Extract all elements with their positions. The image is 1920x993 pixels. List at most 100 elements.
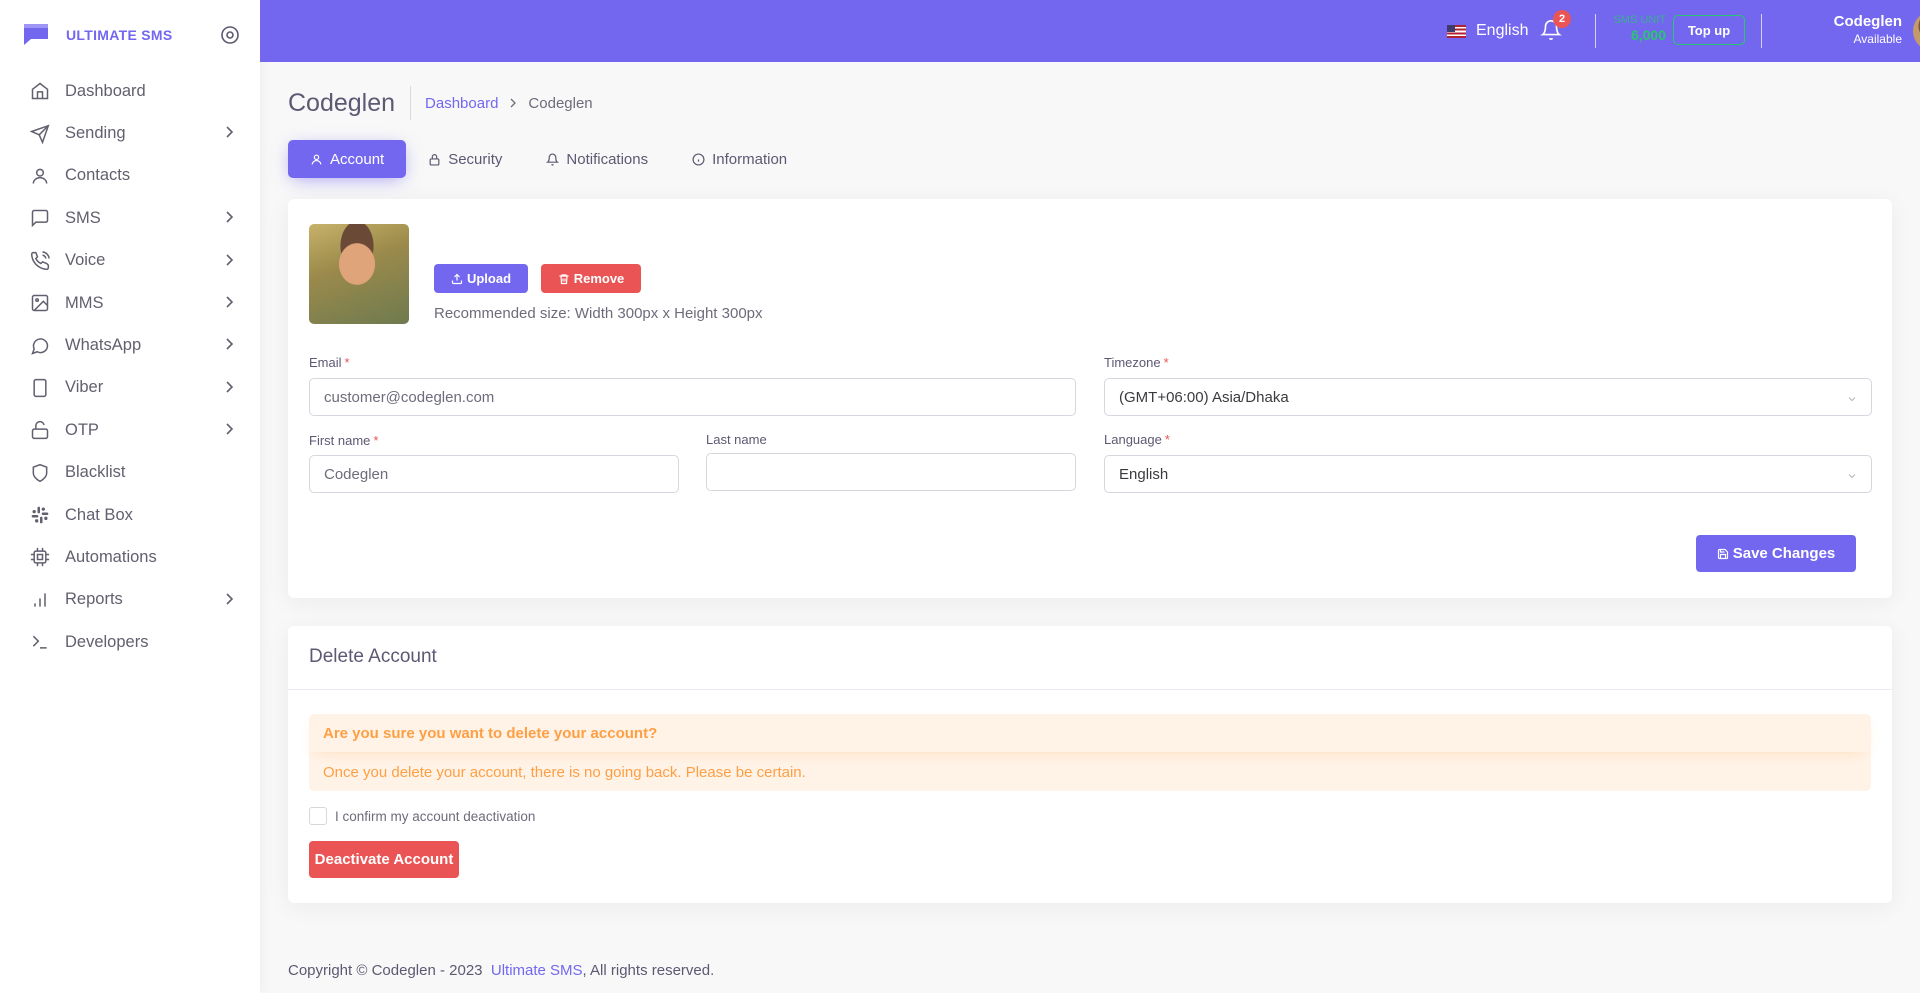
- profile-avatar: [309, 224, 409, 324]
- footer-link[interactable]: Ultimate SMS: [491, 962, 583, 979]
- message-circle-icon: [30, 336, 50, 356]
- alert-body: Once you delete your account, there is n…: [323, 764, 806, 781]
- bell-icon: [546, 153, 560, 165]
- timezone-select[interactable]: (GMT+06:00) Asia/Dhaka: [1104, 378, 1872, 416]
- confirm-checkbox[interactable]: [309, 807, 327, 825]
- tab-notifications[interactable]: Notifications: [524, 140, 670, 178]
- message-square-icon: [30, 208, 50, 228]
- language-select[interactable]: English: [1104, 455, 1872, 493]
- tab-label: Notifications: [566, 150, 649, 168]
- breadcrumb-link-dashboard[interactable]: Dashboard: [425, 95, 498, 112]
- tab-security[interactable]: Security: [406, 140, 524, 178]
- sidebar-nav: Dashboard Sending Contacts SMS Voice MMS: [0, 70, 260, 663]
- upload-label: Upload: [466, 271, 512, 286]
- sidebar-item-automations[interactable]: Automations: [0, 536, 260, 578]
- remove-button[interactable]: Remove: [541, 264, 641, 293]
- sidebar-item-chat-box[interactable]: Chat Box: [0, 494, 260, 536]
- sms-unit: SMS UNIT 6,000: [1604, 14, 1666, 43]
- confirm-deactivation[interactable]: I confirm my account deactivation: [309, 807, 535, 825]
- sidebar-item-voice[interactable]: Voice: [0, 240, 260, 282]
- language-label-text: Language: [1104, 432, 1162, 447]
- email-field[interactable]: customer@codeglen.com: [309, 378, 1076, 416]
- us-flag-icon: [1447, 24, 1466, 38]
- language-value: English: [1119, 465, 1169, 483]
- unlock-icon: [30, 420, 50, 440]
- phone-call-icon: [30, 250, 50, 271]
- tab-label: Information: [712, 150, 788, 168]
- sidebar-item-label: Voice: [65, 251, 106, 270]
- confirm-label: I confirm my account deactivation: [335, 808, 536, 824]
- timezone-value: (GMT+06:00) Asia/Dhaka: [1119, 388, 1289, 406]
- sidebar-item-contacts[interactable]: Contacts: [0, 155, 260, 197]
- chevron-right-icon: [226, 381, 234, 393]
- save-changes-button[interactable]: Save Changes: [1696, 535, 1856, 572]
- chevron-right-icon: [226, 296, 234, 308]
- email-label-text: Email: [309, 355, 342, 370]
- terminal-icon: [30, 632, 50, 652]
- copyright-text: Copyright © Codeglen - 2023: [288, 962, 483, 979]
- language-label: English: [1476, 22, 1529, 39]
- sidebar-item-label: SMS: [65, 208, 101, 227]
- topup-button[interactable]: Top up: [1673, 15, 1745, 45]
- last-name-field[interactable]: [706, 453, 1076, 491]
- breadcrumb-current: Codeglen: [528, 94, 593, 112]
- save-icon: [1717, 548, 1728, 559]
- sidebar-item-dashboard[interactable]: Dashboard: [0, 70, 260, 112]
- tab-account[interactable]: Account: [288, 140, 407, 178]
- required-marker: *: [344, 355, 350, 370]
- sidebar-item-label: WhatsApp: [65, 336, 142, 355]
- divider: [1595, 14, 1596, 48]
- tab-information[interactable]: Information: [670, 140, 809, 178]
- trash-icon: [559, 273, 569, 284]
- chevron-right-icon: [226, 211, 234, 223]
- remove-label: Remove: [573, 271, 625, 286]
- warning-alert: Are you sure you want to delete your acc…: [309, 714, 1871, 791]
- first-name-field[interactable]: Codeglen: [309, 455, 679, 493]
- brand-logo-icon: [24, 24, 48, 45]
- chevron-right-icon: [226, 253, 234, 266]
- sidebar-item-label: MMS: [65, 293, 104, 312]
- deactivate-account-button[interactable]: Deactivate Account: [309, 841, 459, 878]
- language-dropdown[interactable]: English: [1447, 0, 1528, 62]
- brand[interactable]: ULTIMATE SMS: [0, 0, 260, 70]
- sidebar-item-label: Dashboard: [65, 81, 146, 100]
- alert-heading: Are you sure you want to delete your acc…: [309, 714, 1871, 752]
- divider: [1761, 14, 1762, 48]
- sidebar-item-viber[interactable]: Viber: [0, 367, 260, 409]
- sidebar-item-label: Contacts: [65, 166, 131, 185]
- avatar[interactable]: [1913, 11, 1920, 51]
- account-card: Upload Remove Recommended size: Width 30…: [288, 199, 1892, 598]
- shield-icon: [30, 463, 50, 483]
- brand-name: ULTIMATE SMS: [66, 27, 173, 43]
- divider: [288, 689, 1892, 690]
- sidebar-toggle-icon[interactable]: [220, 25, 240, 45]
- required-marker: *: [1163, 355, 1169, 370]
- upload-button[interactable]: Upload: [434, 264, 528, 293]
- home-icon: [30, 81, 50, 101]
- page-header: Codeglen Dashboard Codeglen: [288, 86, 593, 120]
- user-menu[interactable]: Codeglen Available: [1772, 13, 1902, 46]
- profile-tabs: Account Security Notifications Informati…: [288, 140, 809, 178]
- tablet-icon: [30, 378, 50, 398]
- user-name: Codeglen: [1833, 13, 1902, 30]
- sidebar-item-label: Sending: [65, 124, 126, 143]
- sidebar-item-otp[interactable]: OTP: [0, 409, 260, 451]
- chevron-right-icon: [226, 423, 234, 435]
- rights-text: , All rights reserved.: [582, 962, 715, 979]
- send-icon: [30, 124, 50, 144]
- sidebar-item-sending[interactable]: Sending: [0, 112, 260, 154]
- sidebar: ULTIMATE SMS Dashboard Sending Contacts …: [0, 0, 260, 993]
- sidebar-item-whatsapp[interactable]: WhatsApp: [0, 324, 260, 366]
- sidebar-item-mms[interactable]: MMS: [0, 282, 260, 324]
- sidebar-item-developers[interactable]: Developers: [0, 621, 260, 663]
- cpu-icon: [30, 547, 50, 567]
- first-name-label-text: First name: [309, 433, 371, 448]
- sidebar-item-sms[interactable]: SMS: [0, 197, 260, 239]
- tab-label: Account: [330, 150, 385, 168]
- sidebar-item-reports[interactable]: Reports: [0, 579, 260, 621]
- sidebar-item-label: Developers: [65, 632, 149, 651]
- sidebar-item-blacklist[interactable]: Blacklist: [0, 452, 260, 494]
- slack-icon: [30, 505, 50, 525]
- bar-chart-icon: [30, 590, 50, 610]
- sidebar-item-label: Automations: [65, 547, 157, 566]
